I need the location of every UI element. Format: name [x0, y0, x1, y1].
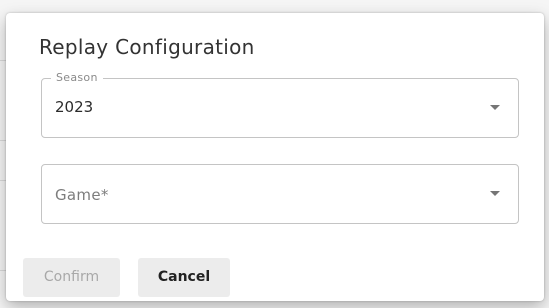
chevron-down-icon[interactable]: [490, 105, 500, 110]
game-placeholder: Game*: [55, 186, 109, 204]
cancel-button[interactable]: Cancel: [138, 258, 230, 297]
replay-configuration-dialog: Replay Configuration Season 2023 Game* C…: [6, 13, 544, 301]
season-value: 2023: [55, 98, 94, 116]
game-select[interactable]: Game*: [41, 164, 519, 224]
dialog-title: Replay Configuration: [39, 35, 255, 59]
chevron-down-icon[interactable]: [490, 191, 500, 196]
season-select[interactable]: Season 2023: [41, 72, 519, 138]
confirm-button[interactable]: Confirm: [23, 258, 120, 297]
season-label: Season: [51, 72, 103, 84]
